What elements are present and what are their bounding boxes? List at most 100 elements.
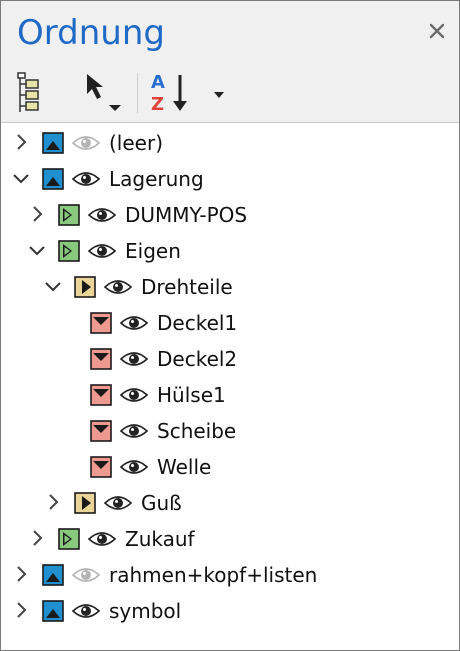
- blue-layer-icon: [42, 132, 64, 154]
- visibility-toggle[interactable]: [71, 566, 101, 584]
- expand-toggle[interactable]: [43, 492, 63, 512]
- svg-text:Z: Z: [151, 94, 164, 115]
- visibility-toggle[interactable]: [87, 242, 117, 260]
- layer-type-icon: [42, 132, 64, 154]
- tree-row[interactable]: DUMMY-POS: [1, 196, 459, 232]
- tree-item-label[interactable]: symbol: [109, 599, 181, 623]
- visibility-toggle[interactable]: [87, 530, 117, 548]
- tree-item-label[interactable]: Zukauf: [125, 527, 195, 551]
- yellow-layer-icon: [74, 276, 96, 298]
- expand-toggle[interactable]: [11, 132, 31, 152]
- panel-toolbar: A Z: [1, 63, 459, 123]
- tree-row[interactable]: Lagerung: [1, 160, 459, 196]
- eye-icon: [71, 568, 101, 582]
- expand-toggle[interactable]: [11, 564, 31, 584]
- tree-row[interactable]: Welle: [1, 448, 459, 484]
- eye-icon: [87, 532, 117, 546]
- sort-az-button[interactable]: A Z: [143, 63, 195, 123]
- visibility-toggle[interactable]: [71, 134, 101, 152]
- eye-icon: [87, 208, 117, 222]
- visibility-toggle[interactable]: [71, 170, 101, 188]
- green-layer-icon: [58, 204, 80, 226]
- panel-title: Ordnung: [17, 13, 165, 53]
- expand-toggle[interactable]: [11, 600, 31, 620]
- eye-icon: [119, 316, 149, 330]
- tree-item-label[interactable]: Drehteile: [141, 275, 233, 299]
- layer-type-icon: [90, 384, 112, 406]
- layer-type-icon: [42, 600, 64, 622]
- layer-type-icon: [58, 528, 80, 550]
- tree-row[interactable]: symbol: [1, 592, 459, 628]
- tree-item-label[interactable]: Lagerung: [109, 167, 204, 191]
- blue-layer-icon: [42, 564, 64, 586]
- green-layer-icon: [58, 240, 80, 262]
- chevron-down-icon: [29, 246, 45, 256]
- tree-item-label[interactable]: Welle: [157, 455, 211, 479]
- collapse-toggle[interactable]: [27, 240, 47, 260]
- tree-item-label[interactable]: rahmen+kopf+listen: [109, 563, 317, 587]
- close-button[interactable]: [427, 21, 447, 41]
- layer-panel: Ordnung A Z (leer) Lagerung DUMMY-POS Ei…: [0, 0, 460, 651]
- collapse-toggle[interactable]: [43, 276, 63, 296]
- tree-item-label[interactable]: Eigen: [125, 239, 181, 263]
- tree-row[interactable]: Scheibe: [1, 412, 459, 448]
- layer-type-icon: [42, 564, 64, 586]
- panel-title-bar: Ordnung: [1, 1, 459, 63]
- tree-row[interactable]: Hülse1: [1, 376, 459, 412]
- tree-item-label[interactable]: (leer): [109, 131, 163, 155]
- visibility-toggle[interactable]: [103, 494, 133, 512]
- red-layer-icon: [90, 456, 112, 478]
- visibility-toggle[interactable]: [87, 206, 117, 224]
- eye-icon: [103, 280, 133, 294]
- eye-icon: [119, 352, 149, 366]
- layer-type-icon: [90, 420, 112, 442]
- tree-row[interactable]: Eigen: [1, 232, 459, 268]
- tree-row[interactable]: Deckel1: [1, 304, 459, 340]
- tree-row[interactable]: (leer): [1, 124, 459, 160]
- dropdown-arrow-icon: [214, 92, 224, 98]
- toolbar-separator: [137, 73, 138, 113]
- tree-structure-button[interactable]: [9, 63, 49, 123]
- expand-toggle[interactable]: [27, 528, 47, 548]
- pointer-select-icon: [87, 74, 121, 111]
- red-layer-icon: [90, 384, 112, 406]
- chevron-right-icon: [49, 494, 59, 510]
- tree-item-label[interactable]: Guß: [141, 491, 182, 515]
- close-icon: [429, 23, 445, 39]
- layer-type-icon: [90, 456, 112, 478]
- tree-row[interactable]: Zukauf: [1, 520, 459, 556]
- visibility-toggle[interactable]: [103, 278, 133, 296]
- layer-type-icon: [42, 168, 64, 190]
- tree-item-label[interactable]: DUMMY-POS: [125, 203, 247, 227]
- visibility-toggle[interactable]: [119, 314, 149, 332]
- tree-row[interactable]: Guß: [1, 484, 459, 520]
- red-layer-icon: [90, 348, 112, 370]
- tree-item-label[interactable]: Scheibe: [157, 419, 236, 443]
- collapse-toggle[interactable]: [11, 168, 31, 188]
- eye-icon: [71, 136, 101, 150]
- red-layer-icon: [90, 420, 112, 442]
- visibility-toggle[interactable]: [119, 350, 149, 368]
- tree-row[interactable]: rahmen+kopf+listen: [1, 556, 459, 592]
- sort-az-icon: A Z: [151, 72, 187, 115]
- tree-row[interactable]: Drehteile: [1, 268, 459, 304]
- tree-item-label[interactable]: Deckel1: [157, 311, 237, 335]
- sort-options-dropdown[interactable]: [207, 63, 231, 123]
- visibility-toggle[interactable]: [119, 422, 149, 440]
- tree-item-label[interactable]: Hülse1: [157, 383, 226, 407]
- visibility-toggle[interactable]: [71, 602, 101, 620]
- visibility-toggle[interactable]: [119, 458, 149, 476]
- visibility-toggle[interactable]: [119, 386, 149, 404]
- tree-row[interactable]: Deckel2: [1, 340, 459, 376]
- chevron-right-icon: [17, 134, 27, 150]
- expand-toggle[interactable]: [27, 204, 47, 224]
- layer-type-icon: [74, 492, 96, 514]
- eye-icon: [103, 496, 133, 510]
- layer-type-icon: [58, 240, 80, 262]
- red-layer-icon: [90, 312, 112, 334]
- select-mode-button[interactable]: [73, 63, 129, 123]
- chevron-down-icon: [45, 282, 61, 292]
- layer-type-icon: [90, 348, 112, 370]
- tree-item-label[interactable]: Deckel2: [157, 347, 237, 371]
- eye-icon: [119, 460, 149, 474]
